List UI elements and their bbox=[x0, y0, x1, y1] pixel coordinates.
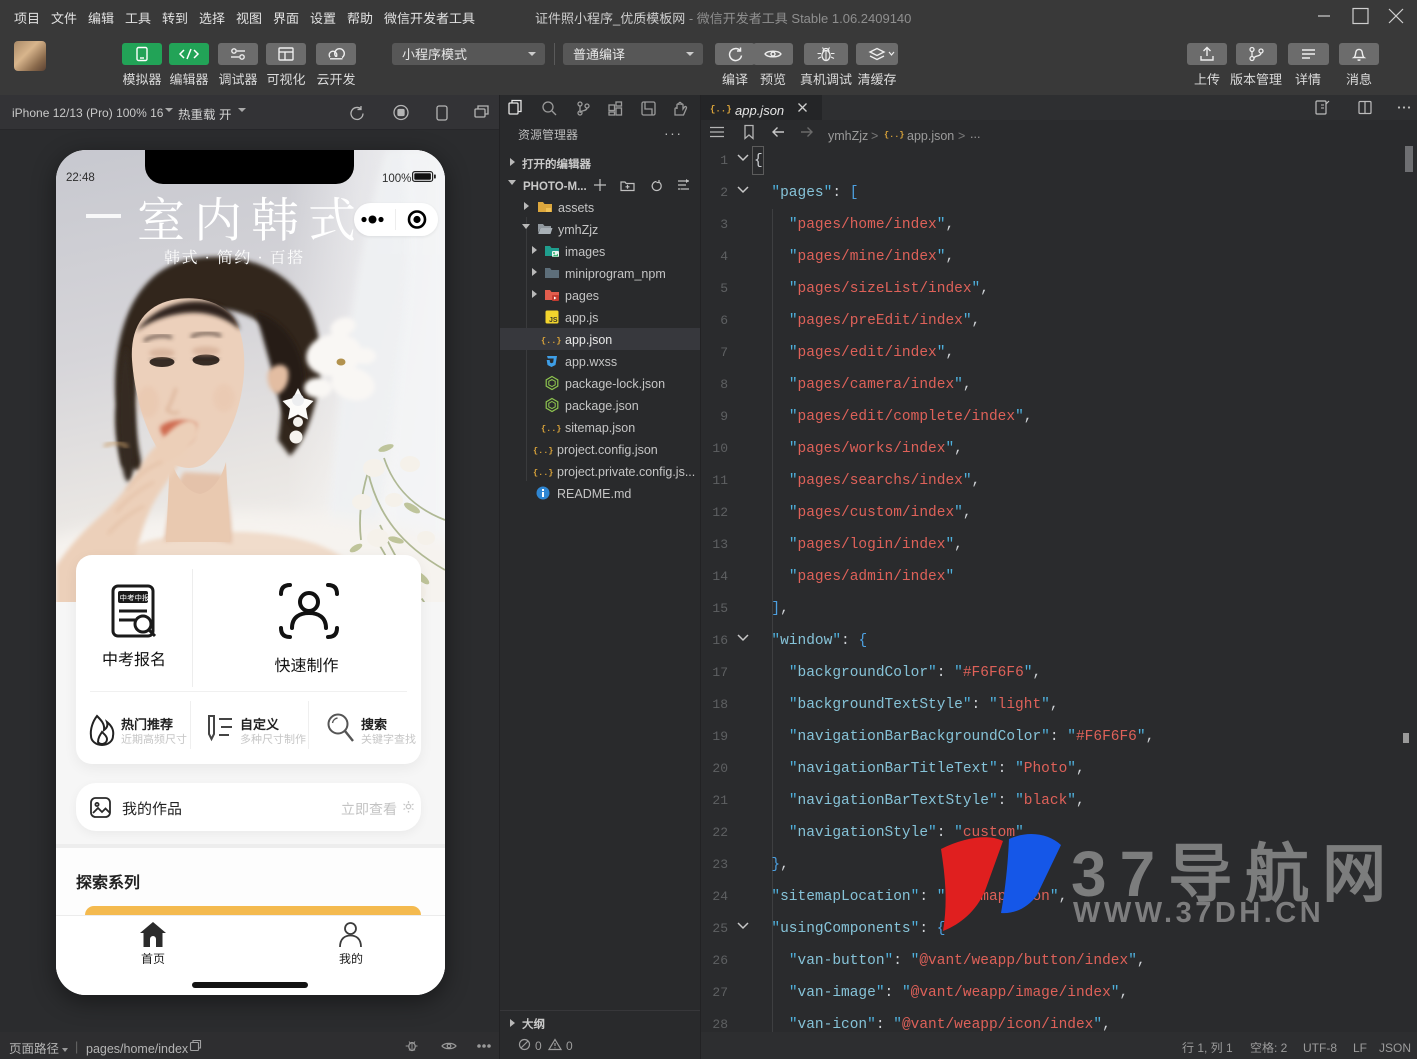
svg-text:{..}: {..} bbox=[884, 130, 904, 140]
svg-text:{..}: {..} bbox=[533, 446, 553, 456]
svg-text:{..}: {..} bbox=[533, 468, 553, 478]
svg-text:{..}: {..} bbox=[541, 424, 561, 434]
svg-text:{..}: {..} bbox=[710, 105, 732, 115]
svg-text:JS: JS bbox=[549, 317, 558, 324]
svg-text:{..}: {..} bbox=[541, 336, 561, 346]
svg-text:中考中报: 中考中报 bbox=[120, 594, 150, 603]
